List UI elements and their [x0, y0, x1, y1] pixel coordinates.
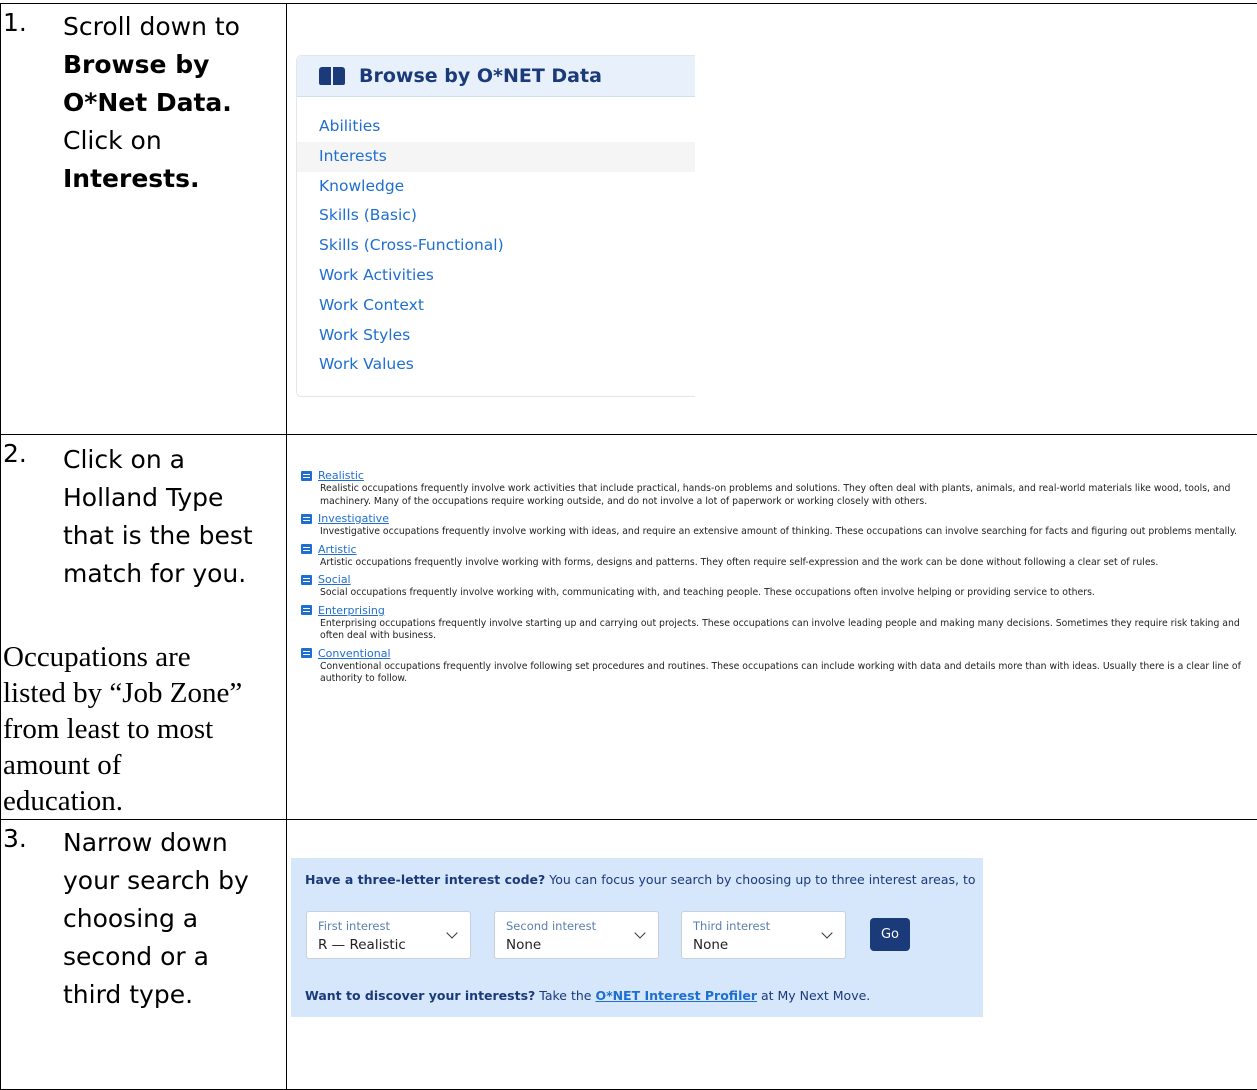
type-link[interactable]: Artistic	[318, 543, 357, 556]
step-1-screenshot-cell: Browse by O*NET Data Abilities Interests…	[287, 4, 1257, 435]
first-interest-select[interactable]: First interest R — Realistic	[306, 911, 471, 959]
list-icon	[301, 648, 312, 658]
interest-code-panel: Have a three-letter interest code? You c…	[291, 858, 983, 1017]
type-link[interactable]: Social	[318, 573, 351, 586]
chevron-down-icon	[634, 927, 645, 938]
go-button[interactable]: Go	[870, 918, 910, 951]
type-artistic: Artistic Artistic occupations frequently…	[301, 542, 1257, 570]
instruction-table: 1. Scroll down to Browse by O*Net Data. …	[0, 3, 1257, 1090]
browse-item-work-activities[interactable]: Work Activities	[297, 261, 695, 291]
list-icon	[301, 575, 312, 585]
type-link[interactable]: Conventional	[318, 647, 391, 660]
browse-list: Abilities Interests Knowledge Skills (Ba…	[297, 97, 695, 380]
type-social: Social Social occupations frequently inv…	[301, 572, 1257, 600]
browse-header: Browse by O*NET Data	[297, 56, 695, 97]
holland-type-list: Realistic Realistic occupations frequent…	[301, 468, 1257, 689]
third-interest-select[interactable]: Third interest None	[681, 911, 846, 959]
list-icon	[301, 544, 312, 554]
list-icon	[301, 471, 312, 481]
browse-item-skills-cross[interactable]: Skills (Cross-Functional)	[297, 231, 695, 261]
step-number: 1.	[3, 4, 27, 42]
type-description: Realistic occupations frequently involve…	[301, 483, 1257, 508]
step-1-text: 1. Scroll down to Browse by O*Net Data. …	[1, 4, 286, 198]
type-link[interactable]: Realistic	[318, 469, 364, 482]
chevron-down-icon	[821, 927, 832, 938]
interest-profiler-link[interactable]: O*NET Interest Profiler	[595, 988, 757, 1003]
step-number: 2.	[3, 435, 27, 473]
chevron-down-icon	[446, 927, 457, 938]
browse-panel: Browse by O*NET Data Abilities Interests…	[296, 55, 695, 397]
type-link[interactable]: Enterprising	[318, 604, 385, 617]
step-2-text: 2. Click on a Holland Type that is the b…	[1, 435, 286, 593]
browse-item-work-styles[interactable]: Work Styles	[297, 321, 695, 351]
second-interest-select[interactable]: Second interest None	[494, 911, 659, 959]
type-enterprising: Enterprising Enterprising occupations fr…	[301, 603, 1257, 643]
step-number: 3.	[3, 820, 27, 858]
type-link[interactable]: Investigative	[318, 512, 389, 525]
step-3-screenshot-cell: Have a three-letter interest code? You c…	[287, 820, 1257, 1090]
type-conventional: Conventional Conventional occupations fr…	[301, 646, 1257, 686]
type-description: Artistic occupations frequently involve …	[301, 557, 1257, 570]
book-icon	[319, 67, 345, 85]
type-description: Enterprising occupations frequently invo…	[301, 618, 1257, 643]
job-zone-note: Occupations are listed by “Job Zone” fro…	[1, 639, 286, 819]
browse-title: Browse by O*NET Data	[359, 65, 602, 87]
browse-item-abilities[interactable]: Abilities	[297, 112, 695, 142]
browse-item-skills-basic[interactable]: Skills (Basic)	[297, 201, 695, 231]
type-realistic: Realistic Realistic occupations frequent…	[301, 468, 1257, 508]
interest-footer: Want to discover your interests? Take th…	[305, 988, 870, 1003]
type-description: Social occupations frequently involve wo…	[301, 587, 1257, 600]
interest-heading: Have a three-letter interest code? You c…	[305, 872, 976, 887]
type-description: Investigative occupations frequently inv…	[301, 526, 1257, 539]
browse-item-work-context[interactable]: Work Context	[297, 291, 695, 321]
step-3-text: 3. Narrow down your search by choosing a…	[1, 820, 286, 1014]
browse-item-work-values[interactable]: Work Values	[297, 350, 695, 380]
type-investigative: Investigative Investigative occupations …	[301, 511, 1257, 539]
type-description: Conventional occupations frequently invo…	[301, 661, 1257, 686]
step-2-screenshot-cell: Realistic Realistic occupations frequent…	[287, 435, 1257, 820]
step-1-cell: 1. Scroll down to Browse by O*Net Data. …	[1, 4, 287, 435]
step-3-cell: 3. Narrow down your search by choosing a…	[1, 820, 287, 1090]
step-2-cell: 2. Click on a Holland Type that is the b…	[1, 435, 287, 820]
list-icon	[301, 514, 312, 524]
browse-item-interests[interactable]: Interests	[297, 142, 695, 172]
list-icon	[301, 605, 312, 615]
browse-item-knowledge[interactable]: Knowledge	[297, 172, 695, 202]
